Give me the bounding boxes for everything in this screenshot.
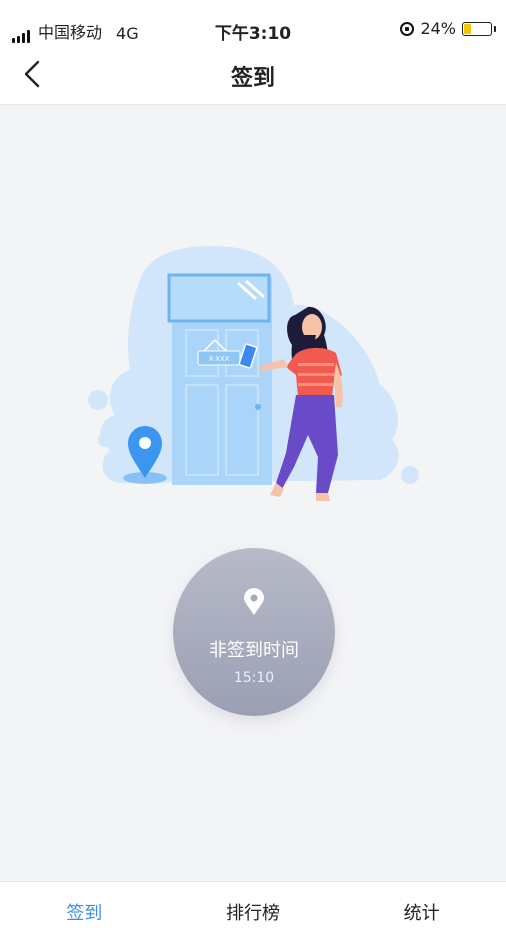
battery-tip <box>494 25 496 32</box>
door-window <box>167 273 271 323</box>
tab-checkin[interactable]: 签到 <box>0 882 169 945</box>
checkin-button[interactable]: 非签到时间 15:10 <box>173 548 335 716</box>
battery-icon <box>462 21 492 36</box>
nav-bar: 签到 <box>0 46 506 105</box>
status-bar: 中国移动 4G 下午3:10 24% <box>0 0 506 46</box>
checkin-status-text: 非签到时间 <box>209 640 299 661</box>
tab-bar: 签到 排行榜 统计 <box>0 881 506 945</box>
location-pin-icon <box>244 588 264 615</box>
door-sign-text: X-XXX <box>208 355 229 363</box>
checkin-illustration: X-XXX <box>88 245 419 501</box>
status-right: 24% <box>400 19 496 38</box>
page-title: 签到 <box>230 66 275 91</box>
tab-ranking[interactable]: 排行榜 <box>169 882 338 945</box>
battery-percent: 24% <box>420 19 456 38</box>
battery-fill <box>464 23 471 34</box>
checkin-time: 15:10 <box>233 670 275 686</box>
orientation-lock-icon <box>400 21 415 36</box>
tab-statistics[interactable]: 统计 <box>337 882 506 945</box>
